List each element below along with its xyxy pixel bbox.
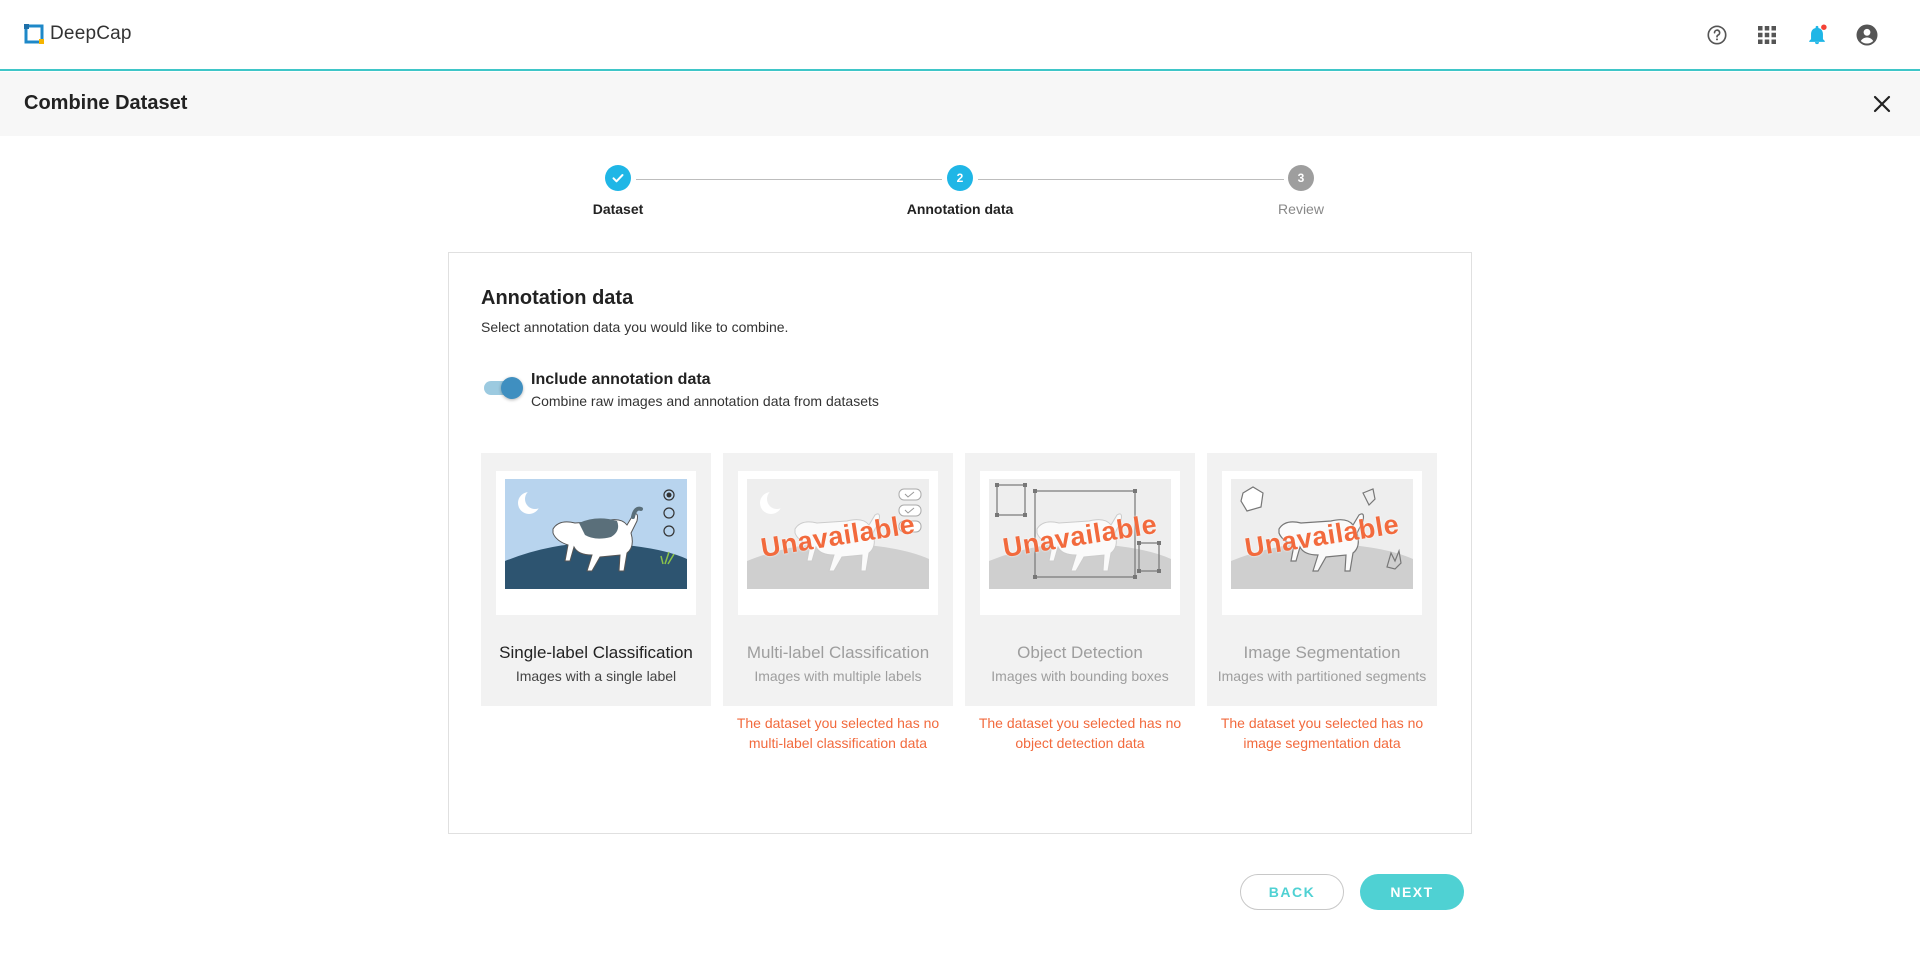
step-label: Review (1278, 201, 1324, 217)
option-description: Images with a single label (515, 668, 677, 684)
step-number: 3 (1288, 165, 1314, 191)
option-title: Multi-label Classification (746, 643, 930, 662)
section-title: Annotation data (481, 287, 634, 309)
option-description: Images with multiple labels (754, 668, 922, 684)
toggle-thumb (501, 377, 523, 399)
option-multi-label-classification: Unavailable Multi-label Classification I… (723, 453, 953, 706)
object-detection-error-message: The dataset you selected has no object d… (965, 713, 1195, 753)
apps-grid-icon[interactable] (1754, 22, 1780, 48)
deepcap-logo-icon (24, 24, 44, 44)
option-title: Object Detection (1017, 643, 1143, 662)
error-line: object detection data (1015, 735, 1145, 751)
single-label-illustration (496, 471, 696, 615)
step-label: Annotation data (906, 201, 1014, 217)
image-segmentation-error-message: The dataset you selected has no image se… (1207, 713, 1437, 753)
option-title: Image Segmentation (1243, 643, 1401, 662)
wizard-stepper: Dataset 2 Annotation data 3 Review (0, 165, 1920, 225)
option-description: Images with partitioned segments (1217, 668, 1427, 684)
multi-label-illustration: Unavailable (738, 471, 938, 615)
image-segmentation-illustration: Unavailable (1222, 471, 1422, 615)
option-image-segmentation: Unavailable Image Segmentation Images wi… (1207, 453, 1437, 706)
option-object-detection: Unavailable Object Detection Images with… (965, 453, 1195, 706)
toggle-label: Include annotation data (531, 371, 711, 388)
back-button[interactable]: BACK (1240, 874, 1344, 910)
include-annotation-toggle[interactable] (481, 377, 523, 399)
error-line: image segmentation data (1243, 735, 1401, 751)
check-icon (605, 165, 631, 191)
toggle-description: Combine raw images and annotation data f… (531, 393, 879, 409)
step-review: 3 Review (1201, 165, 1401, 217)
option-single-label-classification[interactable]: Single-label Classification Images with … (481, 453, 711, 706)
annotation-type-options: Single-label Classification Images with … (481, 453, 1441, 751)
annotation-data-card: Annotation data Select annotation data y… (448, 252, 1472, 834)
step-dataset: Dataset (518, 165, 718, 217)
object-detection-illustration: Unavailable (980, 471, 1180, 615)
error-line: multi-label classification data (748, 735, 928, 751)
page-header: Combine Dataset (0, 72, 1920, 136)
notification-bell-icon[interactable] (1804, 22, 1830, 48)
section-subtitle: Select annotation data you would like to… (481, 319, 789, 335)
account-icon[interactable] (1854, 22, 1880, 48)
close-icon[interactable] (1870, 92, 1894, 116)
step-annotation-data: 2 Annotation data (860, 165, 1060, 217)
top-navbar: DeepCap (0, 0, 1920, 71)
step-label: Dataset (592, 201, 644, 217)
app-name: DeepCap (50, 23, 132, 44)
help-icon[interactable] (1704, 22, 1730, 48)
page-title: Combine Dataset (24, 92, 188, 114)
error-line: The dataset you selected has no (978, 715, 1182, 731)
error-line: The dataset you selected has no (736, 715, 940, 731)
option-title: Single-label Classification (499, 643, 693, 662)
step-number: 2 (947, 165, 973, 191)
next-button[interactable]: NEXT (1360, 874, 1464, 910)
multi-label-error-message: The dataset you selected has no multi-la… (723, 713, 953, 753)
error-line: The dataset you selected has no (1220, 715, 1424, 731)
app-logo[interactable]: DeepCap (24, 23, 132, 45)
option-description: Images with bounding boxes (991, 668, 1169, 684)
